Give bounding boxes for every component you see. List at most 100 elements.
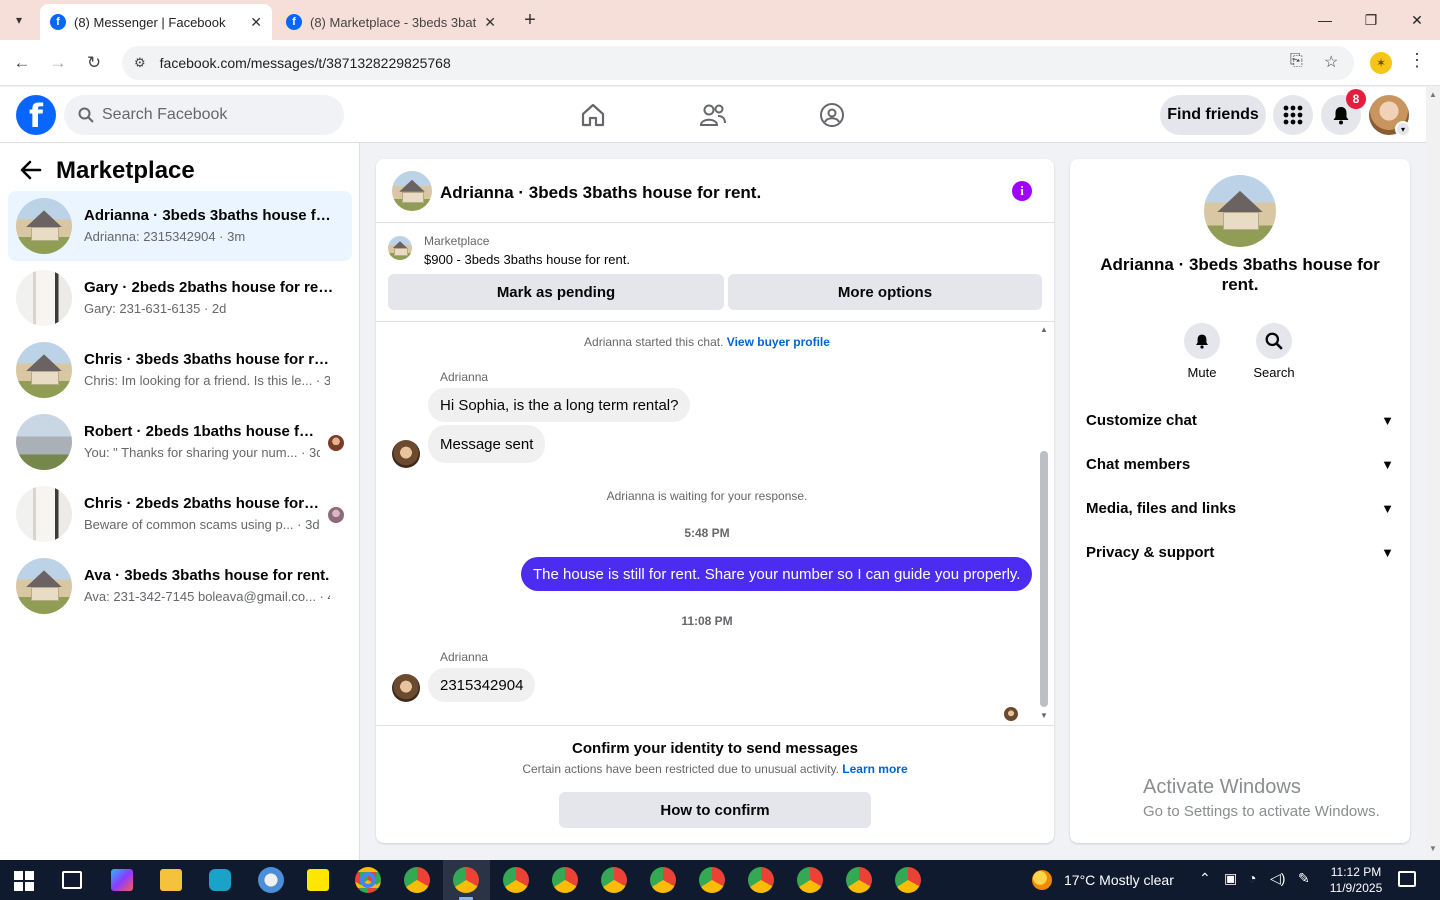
chrome-profile-icon[interactable] [601,867,627,893]
file-explorer-icon[interactable] [160,869,182,891]
reload-icon[interactable]: ↻ [81,50,107,76]
back-arrow-icon[interactable]: ← [9,50,35,76]
chrome-profile-icon[interactable] [404,867,430,893]
scroll-up-icon[interactable]: ▲ [1040,325,1048,334]
listing-avatar[interactable] [1204,175,1276,247]
conversation-item[interactable]: Chris · 3beds 3baths house for rent. Chr… [8,335,352,405]
groups-icon[interactable] [814,97,850,133]
windows-start-icon[interactable] [14,871,34,891]
chat-title[interactable]: Adrianna · 3beds 3baths house for rent. [440,183,761,203]
customize-chat-section[interactable]: Customize chat ▼ [1086,405,1394,435]
incoming-message[interactable]: Hi Sophia, is the a long term rental? [428,388,691,422]
conversation-item[interactable]: Robert · 2beds 1baths house for rent. Yo… [8,407,352,477]
new-tab-plus-icon[interactable]: + [518,8,542,32]
browser-menu-icon[interactable]: ⋮ [1408,50,1426,71]
chat-listing-avatar[interactable] [392,171,432,211]
media-files-links-section[interactable]: Media, files and links ▼ [1086,493,1394,523]
task-view-icon[interactable] [62,871,82,889]
forward-arrow-icon[interactable]: → [45,50,71,76]
friends-icon[interactable] [695,97,731,133]
scroll-down-icon[interactable]: ▼ [1040,711,1048,720]
search-in-chat-button[interactable]: Search [1244,323,1304,380]
meet-now-icon[interactable]: ▣ [1224,870,1237,887]
chrome-icon[interactable] [355,867,381,893]
sender-avatar[interactable] [392,674,420,702]
weather-widget[interactable]: 17°C Mostly clear [1032,870,1174,890]
mute-button[interactable]: Mute [1172,323,1232,380]
section-label: Media, files and links [1086,499,1237,517]
tab-search-chevron-icon[interactable]: ▾ [6,8,32,32]
app-s-icon[interactable] [209,869,231,891]
minimize-icon[interactable]: — [1302,6,1348,34]
chrome-profile-icon[interactable] [846,867,872,893]
facebook-search[interactable] [64,95,344,135]
url-bar[interactable]: ⚙ facebook.com/messages/t/38713282298257… [122,46,1354,80]
facebook-logo[interactable]: f [16,95,56,135]
tab-close-icon[interactable]: ✕ [250,14,262,31]
incoming-message[interactable]: Message sent [428,425,546,463]
listing-banner: Marketplace $900 - 3beds 3baths house fo… [376,224,1054,322]
account-chevron-down-icon[interactable]: ▾ [1395,121,1411,137]
privacy-support-section[interactable]: Privacy & support ▼ [1086,537,1394,567]
scroll-up-icon[interactable]: ▲ [1429,90,1437,99]
window-close-icon[interactable]: ✕ [1394,6,1440,34]
tab-messenger[interactable]: f (8) Messenger | Facebook ✕ [40,4,272,40]
conversation-item[interactable]: Chris · 2beds 2baths house for rent. Bew… [8,479,352,549]
bookmark-star-icon[interactable]: ☆ [1324,52,1338,72]
chrome-profile-icon[interactable] [699,867,725,893]
scrollbar-thumb[interactable] [1040,451,1048,707]
site-settings-icon[interactable]: ⚙ [134,55,146,71]
install-app-icon[interactable]: ⎘ [1290,52,1303,70]
notification-center-icon[interactable] [1398,871,1416,887]
restore-icon[interactable]: ❐ [1348,6,1394,34]
chrome-profile-icon[interactable] [453,867,479,893]
seen-avatar [328,507,344,523]
listing-price[interactable]: $900 - 3beds 3baths house for rent. [424,252,630,267]
chrome-profile-icon[interactable] [797,867,823,893]
back-arrow-icon[interactable] [20,159,42,187]
chrome-profile-icon[interactable] [748,867,774,893]
page-scrollbar[interactable]: ▲ ▼ [1426,87,1440,860]
view-buyer-profile-link[interactable]: View buyer profile [727,335,830,349]
find-friends-button[interactable]: Find friends [1160,95,1266,135]
conversation-item[interactable]: Gary · 2beds 2baths house for rent. Gary… [8,263,352,333]
volume-icon[interactable]: ◁) [1270,870,1285,887]
chat-scrollbar[interactable]: ▲ ▼ [1038,323,1050,725]
pen-icon[interactable]: ✎ [1298,870,1310,887]
mark-as-pending-button[interactable]: Mark as pending [388,274,724,310]
tab-marketplace[interactable]: f (8) Marketplace - 3beds 3baths ✕ [276,4,506,40]
info-icon[interactable]: i [1012,181,1032,201]
search-input[interactable] [102,106,322,124]
conversation-item[interactable]: Adrianna · 3beds 3baths house for rent. … [8,191,352,261]
sidebar-title: Marketplace [56,157,195,184]
chrome-profile-icon[interactable] [552,867,578,893]
tab-close-icon[interactable]: ✕ [484,14,496,31]
chrome-profile-icon[interactable] [895,867,921,893]
scroll-down-icon[interactable]: ▼ [1429,844,1437,853]
conversation-item[interactable]: Ava · 3beds 3baths house for rent. Ava: … [8,551,352,621]
menu-grid-icon[interactable] [1273,95,1313,135]
how-to-confirm-button[interactable]: How to confirm [559,792,871,828]
seen-indicator-avatar [1004,707,1018,721]
conversation-preview: Ava: 231-342-7145 boleava@gmail.co... · … [84,589,330,604]
sticky-notes-icon[interactable] [307,869,329,891]
chrome-profile-icon[interactable] [503,867,529,893]
outgoing-message[interactable]: The house is still for rent. Share your … [521,557,1033,591]
listing-thumbnail[interactable] [388,236,412,260]
extension-icon[interactable]: ✶ [1370,52,1392,74]
learn-more-link[interactable]: Learn more [842,762,907,776]
incoming-message[interactable]: 2315342904 [428,668,536,702]
more-options-button[interactable]: More options [728,274,1042,310]
search-icon [1256,323,1292,359]
tray-overflow-icon[interactable]: ⌃ [1199,870,1211,887]
app-icon[interactable] [258,867,284,893]
network-icon[interactable]: ◔ [1248,870,1256,886]
copilot-icon[interactable] [111,869,133,891]
listing-thumbnail [16,270,72,326]
conversation-preview: Beware of common scams using p... · 3d [84,517,320,532]
home-icon[interactable] [575,97,611,133]
chat-members-section[interactable]: Chat members ▼ [1086,449,1394,479]
system-clock[interactable]: 11:12 PM 11/9/2025 [1324,864,1388,896]
chrome-profile-icon[interactable] [650,867,676,893]
sender-avatar[interactable] [392,440,420,468]
